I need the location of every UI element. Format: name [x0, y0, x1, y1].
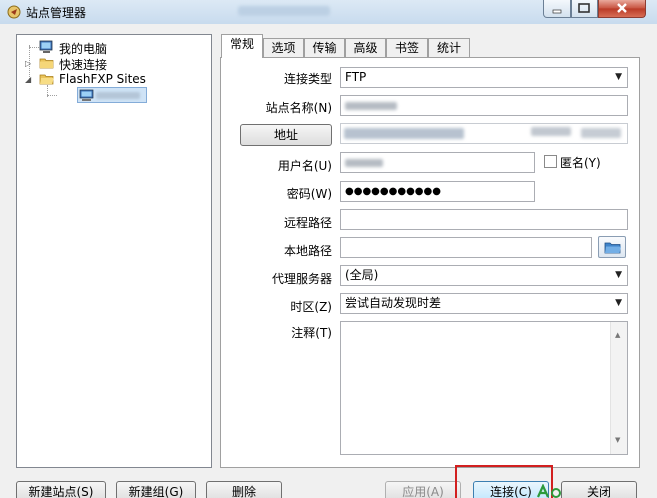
local-path-label: 本地路径 — [283, 244, 332, 258]
tab-advanced[interactable]: 高级 — [345, 38, 386, 57]
scroll-down-arrow-icon[interactable]: ▼ — [615, 431, 620, 450]
collapse-arrow-icon[interactable]: ◢ — [25, 75, 31, 85]
blurred-title-text — [238, 6, 330, 16]
flashfxp-app-icon — [7, 5, 21, 19]
notes-textarea[interactable]: ▲ ▼ — [340, 321, 628, 455]
timezone-label: 时区(Z) — [290, 300, 332, 314]
blurred-site-name-value — [345, 102, 397, 110]
address-button[interactable]: 地址 — [240, 124, 332, 146]
computer-icon — [39, 40, 53, 53]
tree-item-selected-site[interactable] — [77, 87, 147, 103]
expand-arrow-icon[interactable]: ▷ — [25, 59, 31, 69]
folder-browse-icon — [604, 242, 621, 254]
tab-statistics[interactable]: 统计 — [428, 38, 470, 57]
blurred-address-value — [531, 127, 571, 136]
tree-item-label: FlashFXP Sites — [59, 72, 146, 86]
site-name-input[interactable] — [340, 95, 628, 116]
delete-button[interactable]: 删除 — [206, 481, 282, 498]
dropdown-arrow-icon: ▼ — [615, 270, 622, 280]
tree-item-label: 快速连接 — [59, 58, 108, 72]
new-group-button[interactable]: 新建组(G) — [116, 481, 196, 498]
folder-open-icon — [39, 74, 54, 85]
maximize-button[interactable] — [571, 0, 598, 18]
site-manager-window: 站点管理器 我的电脑 ▷ 快速连接 ◢ FlashFXP Sites 常规 选项… — [0, 0, 657, 498]
scroll-up-arrow-icon[interactable]: ▲ — [615, 326, 620, 345]
title-bar: 站点管理器 — [0, 0, 657, 24]
notes-label: 注释(T) — [291, 326, 332, 340]
address-input[interactable] — [340, 123, 628, 144]
window-title: 站点管理器 — [26, 6, 87, 20]
anonymous-checkbox[interactable] — [544, 155, 557, 168]
blurred-site-name — [96, 92, 140, 99]
site-name-label: 站点名称(N) — [265, 101, 332, 115]
apply-button[interactable]: 应用(A) — [385, 481, 461, 498]
remote-path-input[interactable] — [340, 209, 628, 230]
connection-type-select[interactable]: FTP ▼ — [340, 67, 628, 88]
local-path-input[interactable] — [340, 237, 592, 258]
blurred-username-value — [345, 159, 383, 167]
maximize-icon — [578, 3, 590, 13]
site-computer-icon — [79, 89, 94, 101]
tree-line — [29, 47, 39, 48]
tab-transfer[interactable]: 传输 — [304, 38, 345, 57]
username-label: 用户名(U) — [277, 159, 332, 173]
new-site-button[interactable]: 新建站点(S) — [16, 481, 106, 498]
timezone-select[interactable]: 尝试自动发现时差 ▼ — [340, 293, 628, 314]
password-input[interactable]: ●●●●●●●●●●● — [340, 181, 535, 202]
blurred-address-value — [344, 128, 464, 139]
minimize-button[interactable] — [543, 0, 571, 18]
site-tree[interactable]: 我的电脑 ▷ 快速连接 ◢ FlashFXP Sites — [16, 34, 212, 468]
proxy-label: 代理服务器 — [271, 272, 332, 286]
close-button[interactable]: 关闭 — [561, 481, 637, 498]
anonymous-label: 匿名(Y) — [560, 156, 601, 170]
blurred-address-value — [581, 128, 621, 138]
close-icon — [617, 3, 627, 13]
password-label: 密码(W) — [286, 187, 332, 201]
close-window-button[interactable] — [598, 0, 646, 18]
folder-icon — [39, 58, 54, 69]
dropdown-arrow-icon: ▼ — [615, 298, 622, 308]
username-input[interactable] — [340, 152, 535, 173]
remote-path-label: 远程路径 — [283, 216, 332, 230]
tab-general[interactable]: 常规 — [221, 34, 263, 58]
minimize-icon — [552, 9, 562, 14]
tab-options[interactable]: 选项 — [263, 38, 304, 57]
browse-folder-button[interactable] — [598, 236, 626, 258]
tree-item-label: 我的电脑 — [59, 42, 108, 56]
proxy-select[interactable]: (全局) ▼ — [340, 265, 628, 286]
tree-line — [47, 95, 57, 96]
tab-bookmarks[interactable]: 书签 — [386, 38, 428, 57]
watermark-logo — [536, 483, 566, 498]
notes-scrollbar[interactable]: ▲ ▼ — [610, 322, 627, 454]
dropdown-arrow-icon: ▼ — [615, 72, 622, 82]
watermark-icon — [536, 483, 561, 498]
connection-type-label: 连接类型 — [283, 72, 332, 86]
